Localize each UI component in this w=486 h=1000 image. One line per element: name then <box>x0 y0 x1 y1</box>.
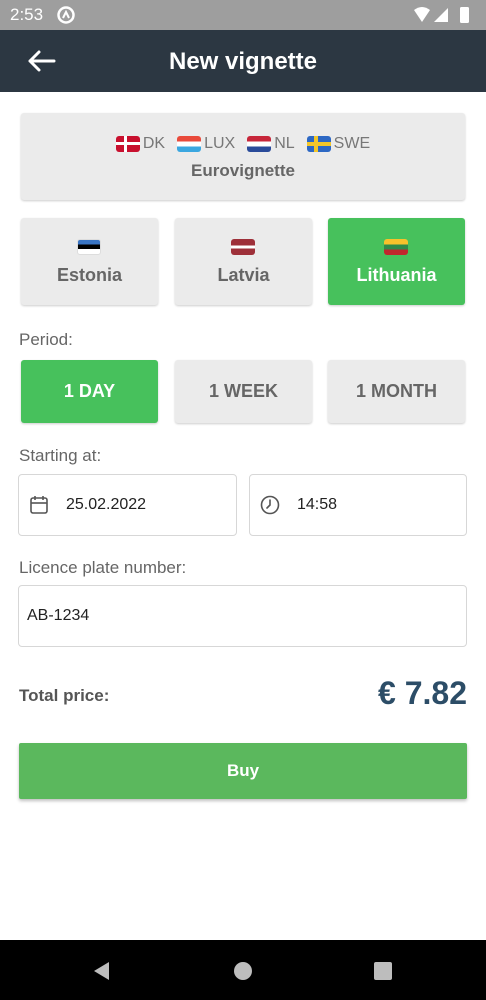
latvia-flag-icon <box>231 239 255 255</box>
denmark-flag-icon <box>115 136 140 152</box>
country-swe: SWE <box>306 135 371 153</box>
date-field[interactable]: 25.02.2022 <box>18 474 237 536</box>
country-label: Lithuania <box>356 265 437 285</box>
country-dk: DK <box>115 135 166 153</box>
licence-plate-label: Licence plate number: <box>19 558 187 577</box>
country-button-latvia[interactable]: Latvia <box>175 218 312 305</box>
buy-button[interactable]: Buy <box>19 743 467 799</box>
period-label: Period: <box>19 330 73 349</box>
calendar-icon <box>30 496 48 514</box>
country-button-estonia[interactable]: Estonia <box>21 218 158 305</box>
nav-recents-icon[interactable] <box>372 960 394 982</box>
app-bar: New vignette <box>0 30 486 92</box>
country-label: Estonia <box>56 265 122 285</box>
total-price-value: € 7.82 <box>378 675 467 711</box>
eurovignette-label: Eurovignette <box>191 161 295 180</box>
country-code: DK <box>142 135 166 152</box>
country-code: SWE <box>333 135 371 152</box>
status-icons <box>414 7 469 23</box>
licence-plate-input[interactable]: AB-1234 <box>18 585 467 647</box>
sweden-flag-icon <box>306 136 331 152</box>
battery-icon <box>460 7 469 23</box>
country-label: Latvia <box>217 265 270 285</box>
country-nl: NL <box>247 135 295 153</box>
country-code: NL <box>274 135 295 152</box>
wifi-icon <box>414 7 430 22</box>
status-bar: 2:53 <box>0 0 486 30</box>
eurovignette-countries: DK LUX NL SWE <box>21 135 465 153</box>
country-lux: LUX <box>177 135 235 153</box>
signal-icon <box>434 8 448 22</box>
period-button-1-week[interactable]: 1 WEEK <box>175 360 312 423</box>
licence-plate-value: AB-1234 <box>27 607 90 624</box>
system-nav-bar <box>0 940 486 1000</box>
status-time: 2:53 <box>10 5 44 24</box>
period-button-1-day[interactable]: 1 DAY <box>21 360 158 423</box>
time-value: 14:58 <box>297 496 338 513</box>
total-price-label: Total price: <box>19 686 110 705</box>
lithuania-flag-icon <box>384 239 408 255</box>
country-code: LUX <box>204 135 236 152</box>
netherlands-flag-icon <box>247 136 272 152</box>
time-field[interactable]: 14:58 <box>249 474 467 536</box>
nav-home-icon[interactable] <box>232 960 254 982</box>
app-notification-icon <box>57 6 75 24</box>
period-button-1-month[interactable]: 1 MONTH <box>328 360 465 423</box>
luxembourg-flag-icon <box>177 136 202 152</box>
page-title: New vignette <box>168 48 318 75</box>
country-button-lithuania[interactable]: Lithuania <box>328 218 465 305</box>
eurovignette-option[interactable]: DK LUX NL SWE Eurovignette <box>21 113 465 200</box>
estonia-flag-icon <box>77 239 101 255</box>
clock-icon <box>260 495 280 515</box>
date-value: 25.02.2022 <box>66 496 147 513</box>
nav-back-icon[interactable] <box>91 960 113 982</box>
starting-at-label: Starting at: <box>19 446 102 465</box>
